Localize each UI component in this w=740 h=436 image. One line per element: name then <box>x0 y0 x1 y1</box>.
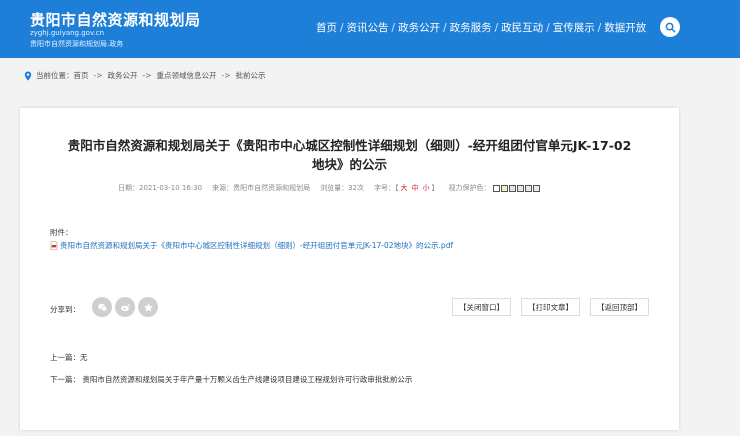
eye-color-swatch[interactable] <box>508 184 516 192</box>
search-button[interactable] <box>660 17 680 37</box>
eye-color-swatch[interactable] <box>492 184 500 192</box>
breadcrumb-key-areas[interactable]: 重点领域信息公开 <box>157 70 217 81</box>
article-title-line2: 地块》的公示 <box>311 157 387 172</box>
eye-color-swatch[interactable] <box>516 184 524 192</box>
eye-color-swatches <box>492 184 541 192</box>
font-medium-button[interactable]: 中 <box>412 183 419 193</box>
attachment-label: 附件： <box>50 228 73 237</box>
wechat-icon <box>97 303 107 311</box>
location-pin-icon <box>24 71 32 80</box>
next-article-link[interactable]: 下一篇： 贵阳市自然资源和规划局关于年产量十万颗义齿生产线建设项目建设工程规划许… <box>50 374 412 385</box>
attachment-filename[interactable]: 贵阳市自然资源和规划局关于《贵阳市中心城区控制性详细规划（细则）-经开组团付官单… <box>60 240 453 251</box>
back-to-top-button[interactable]: 【返回顶部】 <box>590 298 649 316</box>
breadcrumb-home[interactable]: 首页 <box>74 70 89 81</box>
nav-interaction[interactable]: 政民互动 <box>501 20 543 35</box>
nav-news[interactable]: 资讯公告 <box>347 20 389 35</box>
article-actions: 【关闭窗口】 【打印文章】 【返回顶部】 <box>452 298 659 316</box>
share-icons <box>92 297 161 317</box>
breadcrumb-pre-approval[interactable]: 批前公示 <box>236 70 266 81</box>
nav-open-gov[interactable]: 政务公开 <box>398 20 440 35</box>
share-favorite-button[interactable] <box>138 297 158 317</box>
font-small-button[interactable]: 小 <box>423 183 430 193</box>
nav-separator: / <box>494 21 499 34</box>
print-article-button[interactable]: 【打印文章】 <box>521 298 580 316</box>
weibo-icon <box>120 303 130 311</box>
nav-separator: / <box>443 21 447 34</box>
breadcrumb-prefix: 当前位置： <box>36 71 74 80</box>
article-meta: 日期：2021-03-10 16:30 来源：贵阳市自然资源和规划局 浏览量：3… <box>118 183 541 193</box>
font-large-button[interactable]: 大 <box>401 183 408 193</box>
nav-open-data[interactable]: 数据开放 <box>604 20 646 35</box>
main-nav: 首页 / 资讯公告 / 政务公开 / 政务服务 / 政民互动 / 宣传展示 / … <box>316 20 646 35</box>
close-window-button[interactable]: 【关闭窗口】 <box>452 298 511 316</box>
eye-protect-label: 视力保护色： <box>448 184 491 192</box>
article-title: 贵阳市自然资源和规划局关于《贵阳市中心城区控制性详细规划（细则）-经开组团付官单… <box>50 136 649 174</box>
article-date: 日期：2021-03-10 16:30 <box>118 184 203 192</box>
breadcrumb-arrow: -> <box>142 71 152 80</box>
breadcrumb: 当前位置： 首页 -> 政务公开 -> 重点领域信息公开 -> 批前公示 <box>24 70 266 81</box>
nav-home[interactable]: 首页 <box>316 20 337 35</box>
article-card: 贵阳市自然资源和规划局关于《贵阳市中心城区控制性详细规划（细则）-经开组团付官单… <box>20 108 679 430</box>
share-weibo-button[interactable] <box>115 297 135 317</box>
share-wechat-button[interactable] <box>92 297 112 317</box>
nav-separator: / <box>546 21 550 34</box>
article-views: 浏览量：32次 <box>320 184 365 192</box>
breadcrumb-open-gov[interactable]: 政务公开 <box>108 70 138 81</box>
search-icon <box>665 22 675 32</box>
breadcrumb-arrow: -> <box>221 71 231 80</box>
nav-separator: / <box>340 21 344 34</box>
site-header: 贵阳市自然资源和规划局 zyghj.guiyang.gov.cn 贵阳市自然资源… <box>0 0 740 58</box>
site-domain: zyghj.guiyang.gov.cn <box>30 29 105 37</box>
eye-color-swatch[interactable] <box>500 184 508 192</box>
nav-separator: / <box>597 21 602 34</box>
eye-color-swatch[interactable] <box>524 184 532 192</box>
site-title[interactable]: 贵阳市自然资源和规划局 <box>30 9 201 30</box>
eye-color-swatch[interactable] <box>532 184 540 192</box>
nav-services[interactable]: 政务服务 <box>450 20 492 35</box>
nav-separator: / <box>391 21 396 34</box>
article-title-line1: 贵阳市自然资源和规划局关于《贵阳市中心城区控制性详细规划（细则）-经开组团付官单… <box>67 138 632 153</box>
fontsize-end: 】 <box>431 184 439 192</box>
pdf-icon <box>50 241 58 250</box>
share-label: 分享到： <box>50 305 80 314</box>
fontsize-label: 字号：【 <box>374 184 399 192</box>
previous-article: 上一篇：无 <box>50 353 88 362</box>
breadcrumb-bar: 当前位置： 首页 -> 政务公开 -> 重点领域信息公开 -> 批前公示 <box>0 58 740 92</box>
nav-publicity[interactable]: 宣传展示 <box>553 20 595 35</box>
article-source: 来源：贵阳市自然资源和规划局 <box>212 184 311 192</box>
star-icon <box>143 302 153 312</box>
attachment-link[interactable]: 贵阳市自然资源和规划局关于《贵阳市中心城区控制性详细规划（细则）-经开组团付官单… <box>50 240 453 251</box>
breadcrumb-arrow: -> <box>93 71 103 80</box>
site-subtitle: 贵阳市自然资源和规划局.政务 <box>30 40 124 48</box>
